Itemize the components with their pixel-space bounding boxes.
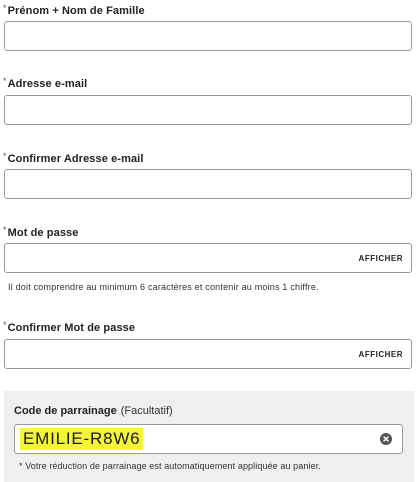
confirm-password-show-button[interactable]: AFFICHER: [359, 340, 403, 368]
email-label-text: Adresse e-mail: [7, 78, 88, 90]
full-name-input[interactable]: [4, 21, 412, 51]
password-label: *Mot de passe: [3, 225, 79, 239]
email-label: *Adresse e-mail: [3, 76, 87, 90]
referral-label: Code de parrainage (Facultatif): [14, 405, 173, 417]
referral-note: * Votre réduction de parrainage est auto…: [19, 461, 321, 471]
full-name-label: *Prénom + Nom de Famille: [3, 3, 145, 17]
referral-optional-text: (Facultatif): [120, 405, 173, 417]
password-show-button[interactable]: AFFICHER: [359, 244, 403, 272]
required-marker: *: [3, 225, 7, 235]
referral-label-text: Code de parrainage: [14, 405, 117, 417]
password-input[interactable]: AFFICHER: [4, 243, 412, 273]
required-marker: *: [3, 3, 7, 13]
required-marker: *: [3, 320, 7, 330]
full-name-label-text: Prénom + Nom de Famille: [7, 5, 145, 17]
confirm-email-input[interactable]: [4, 169, 412, 199]
required-marker: *: [3, 151, 7, 161]
referral-panel: Code de parrainage (Facultatif) EMILIE-R8…: [4, 391, 414, 482]
confirm-password-label: *Confirmer Mot de passe: [3, 320, 135, 334]
confirm-email-label: *Confirmer Adresse e-mail: [3, 151, 143, 165]
confirm-password-input[interactable]: AFFICHER: [4, 339, 412, 369]
referral-code-value: EMILIE-R8W6: [20, 428, 144, 450]
confirm-email-label-text: Confirmer Adresse e-mail: [7, 153, 144, 165]
required-marker: *: [3, 76, 7, 86]
password-label-text: Mot de passe: [7, 227, 79, 239]
email-input[interactable]: [4, 95, 412, 125]
referral-code-input[interactable]: EMILIE-R8W6: [14, 424, 403, 454]
clear-circle-x-icon[interactable]: [380, 433, 392, 445]
password-hint: Il doit comprendre au minimum 6 caractèr…: [8, 282, 319, 292]
confirm-password-label-text: Confirmer Mot de passe: [7, 322, 136, 334]
